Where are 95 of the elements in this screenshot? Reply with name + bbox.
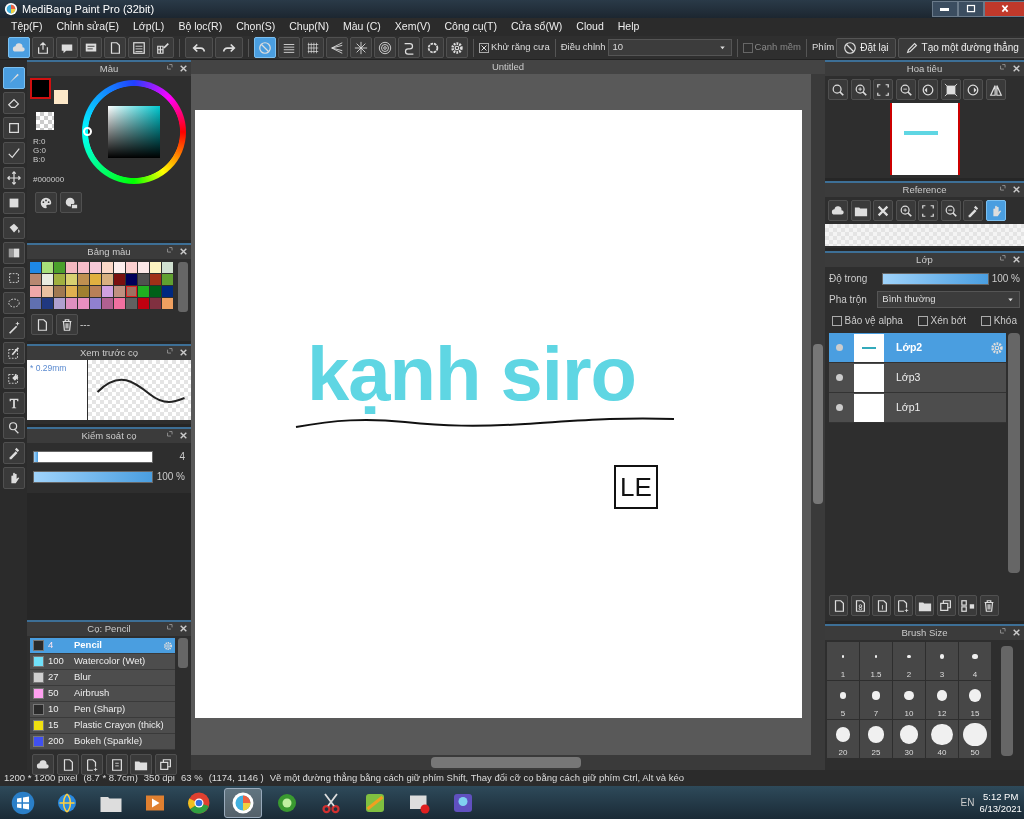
checkbox-label: Khử răng cưa bbox=[491, 40, 550, 55]
panel-title: Brush Size bbox=[901, 625, 948, 640]
layer-row[interactable]: Lớp1 bbox=[829, 393, 1006, 423]
status-field: 350 dpi bbox=[143, 770, 175, 786]
field-label: Điều chỉnh bbox=[560, 40, 606, 55]
status-field: (1174, 1146 ) bbox=[208, 770, 264, 786]
brush-size-option[interactable]: 20 bbox=[827, 720, 859, 758]
panel-title: Bảng màu bbox=[87, 244, 131, 259]
toolbar-button[interactable]: Đặt lại bbox=[836, 37, 896, 58]
brush-size-option[interactable]: 3 bbox=[926, 642, 958, 680]
brush-size-option[interactable]: 5 bbox=[827, 681, 859, 719]
language-indicator[interactable]: EN bbox=[960, 795, 975, 810]
menu-item[interactable]: Công cụ(T) bbox=[437, 19, 504, 35]
panel-title: Reference bbox=[902, 182, 947, 197]
channel-value: B:0 bbox=[33, 155, 46, 165]
menu-item[interactable]: Lớp(L) bbox=[125, 19, 172, 35]
brush-size-option[interactable]: 2 bbox=[893, 642, 925, 680]
hex-value: #000000 bbox=[33, 174, 65, 186]
brush-size-option[interactable]: 1 bbox=[827, 642, 859, 680]
slider-value: 4 bbox=[178, 450, 185, 464]
boxed-monogram: LE bbox=[614, 465, 658, 509]
menu-item[interactable]: Màu (C) bbox=[335, 19, 388, 35]
brush-item[interactable]: 10 Pen (Sharp) bbox=[30, 702, 175, 718]
brush-name: Watercolor (Wet) bbox=[74, 654, 146, 669]
brush-size-option[interactable]: 15 bbox=[959, 681, 991, 719]
checkbox-label: Khóa bbox=[993, 314, 1017, 328]
menu-item[interactable]: Chụp(N) bbox=[282, 19, 336, 35]
panel-title: Kiểm soát cọ bbox=[81, 428, 137, 443]
menu-item[interactable]: Xem(V) bbox=[387, 19, 438, 35]
brush-size-option[interactable]: 10 bbox=[893, 681, 925, 719]
brush-size-option[interactable]: 25 bbox=[860, 720, 892, 758]
panel-title: Xem trước cọ bbox=[80, 345, 138, 360]
layer-name: Lớp1 bbox=[896, 399, 921, 415]
checkbox-label: Xén bớt bbox=[930, 314, 966, 328]
brush-item[interactable]: 50 Airbrush bbox=[30, 686, 175, 702]
layer-name: Lớp3 bbox=[896, 369, 921, 385]
panel-title: Cọ: Pencil bbox=[87, 621, 131, 636]
brush-size: 27 bbox=[48, 670, 60, 685]
brush-size: 4 bbox=[48, 638, 55, 653]
menu-item[interactable]: Tệp(F) bbox=[4, 19, 50, 35]
slider-value: 100 % bbox=[991, 272, 1020, 286]
brush-size: 15 bbox=[48, 718, 60, 733]
checkbox-label: Cạnh mềm bbox=[754, 40, 802, 55]
menu-item[interactable]: Cửa sổ(W) bbox=[503, 19, 570, 35]
brush-item[interactable]: 200 Bokeh (Sparkle) bbox=[30, 734, 175, 750]
channel-value: R:0 bbox=[33, 138, 46, 147]
field-label: Độ trong bbox=[829, 272, 868, 286]
brush-name: Pencil bbox=[74, 638, 102, 653]
menu-item[interactable]: Chọn(S) bbox=[229, 19, 283, 35]
field-label: Pha trộn bbox=[829, 293, 867, 307]
menu-item[interactable]: Bộ lọc(R) bbox=[171, 19, 230, 35]
correction-dropdown[interactable]: 10 bbox=[607, 39, 732, 56]
toolbar-button[interactable]: Tạo một đường thẳng bbox=[897, 37, 1024, 58]
layer-name: Lớp2 bbox=[896, 339, 923, 355]
menu-item[interactable]: Help bbox=[610, 19, 647, 35]
brush-size: 100 bbox=[48, 654, 65, 669]
panel-title: Hoa tiêu bbox=[906, 61, 943, 76]
menu-item[interactable]: Chỉnh sửa(E) bbox=[49, 19, 126, 35]
brush-name: Blur bbox=[74, 670, 91, 685]
brush-size-option[interactable]: 12 bbox=[926, 681, 958, 719]
brush-item[interactable]: 15 Plastic Crayon (thick) bbox=[30, 718, 175, 734]
brush-size: 50 bbox=[48, 686, 60, 701]
channel-value: G:0 bbox=[33, 146, 46, 156]
brush-size-option[interactable]: 50 bbox=[959, 720, 991, 758]
clock[interactable]: 5:12 PM 6/13/2021 bbox=[979, 791, 1022, 814]
palette-name: --- bbox=[80, 318, 90, 332]
layer-row[interactable]: Lớp3 bbox=[829, 363, 1006, 393]
brush-name: Airbrush bbox=[74, 686, 110, 701]
brush-size-option[interactable]: 7 bbox=[860, 681, 892, 719]
brush-size-option[interactable]: 4 bbox=[959, 642, 991, 680]
status-message: Vẽ một đường thẳng bằng cách giữ phím Shift, Thay đổi cỡ cọ bằng cách giữ phím Ctrl, Alt và kéo bbox=[269, 770, 684, 785]
brush-size-option[interactable]: 1.5 bbox=[860, 642, 892, 680]
brush-size: 10 bbox=[48, 702, 60, 717]
lettering: kạnh siro bbox=[307, 336, 636, 412]
brush-size-option[interactable]: 40 bbox=[926, 720, 958, 758]
brush-size: 200 bbox=[48, 734, 65, 749]
brush-name: Bokeh (Sparkle) bbox=[74, 734, 143, 749]
brush-name: Plastic Crayon (thick) bbox=[74, 718, 164, 733]
brush-item[interactable]: 27 Blur bbox=[30, 670, 175, 686]
status-field: 63 % bbox=[181, 770, 203, 786]
brush-item[interactable]: 100 Watercolor (Wet) bbox=[30, 654, 175, 670]
status-field: (8.7 * 8.7cm) bbox=[83, 770, 138, 786]
panel-title: Màu bbox=[99, 61, 119, 76]
panel-title: Lớp bbox=[916, 252, 933, 267]
brush-size-option[interactable]: 30 bbox=[893, 720, 925, 758]
field-label: Phím bbox=[812, 40, 835, 55]
slider-value: 100 % bbox=[155, 470, 185, 484]
brush-size-label: * 0.29mm bbox=[30, 362, 67, 375]
menu-item[interactable]: Cloud bbox=[569, 19, 611, 35]
document-tab[interactable]: Untitled bbox=[191, 60, 825, 74]
blend-mode-dropdown[interactable]: Bình thường bbox=[877, 291, 1020, 308]
brush-name: Pen (Sharp) bbox=[74, 702, 126, 717]
status-field: 1200 * 1200 pixel bbox=[4, 770, 78, 786]
window-title: MediBang Paint Pro (32bit) bbox=[22, 1, 155, 17]
checkbox-label: Bảo vệ alpha bbox=[844, 314, 903, 328]
